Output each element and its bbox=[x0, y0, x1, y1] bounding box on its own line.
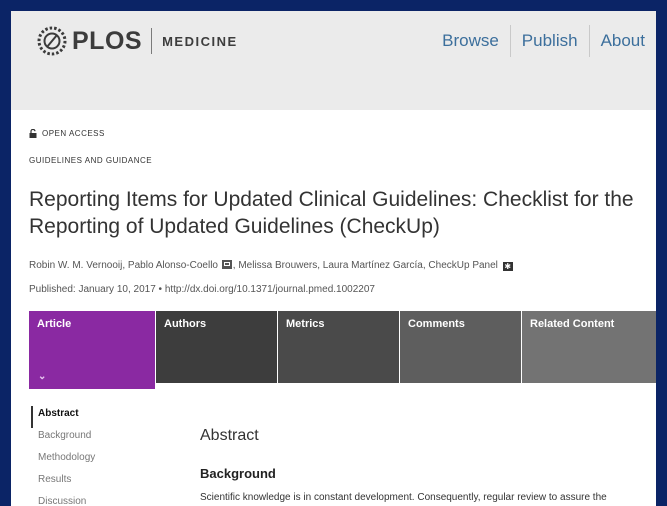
open-access-label: OPEN ACCESS bbox=[42, 129, 105, 138]
open-access-badge: OPEN ACCESS bbox=[29, 129, 105, 138]
main-nav: Browse Publish About bbox=[431, 25, 656, 57]
plos-logo-icon bbox=[37, 26, 67, 56]
browser-frame: PLOS MEDICINE Browse Publish About OPEN … bbox=[11, 11, 656, 506]
logo-plos-text: PLOS bbox=[72, 26, 143, 55]
toc-item-abstract[interactable]: Abstract bbox=[31, 406, 95, 428]
section-heading-abstract: Abstract bbox=[200, 427, 259, 444]
toc-item-background[interactable]: Background bbox=[31, 428, 95, 450]
toc-item-results[interactable]: Results bbox=[31, 472, 95, 494]
tab-metrics[interactable]: Metrics bbox=[278, 311, 399, 383]
abstract-paragraph: Scientific knowledge is in constant deve… bbox=[200, 492, 607, 503]
authors-text-1[interactable]: Robin W. M. Vernooij, Pablo Alonso-Coell… bbox=[29, 260, 218, 271]
logo-divider bbox=[151, 28, 153, 54]
article-category: GUIDELINES AND GUIDANCE bbox=[29, 156, 153, 165]
table-of-contents: Abstract Background Methodology Results … bbox=[31, 406, 95, 506]
plos-logo[interactable]: PLOS MEDICINE bbox=[35, 24, 238, 58]
tab-related-content[interactable]: Related Content bbox=[522, 311, 656, 383]
subsection-heading-background: Background bbox=[200, 466, 276, 481]
nav-about[interactable]: About bbox=[588, 25, 656, 57]
tab-article[interactable]: Article ⌄ bbox=[29, 311, 155, 389]
chevron-down-icon: ⌄ bbox=[38, 371, 47, 382]
authors-text-2[interactable]: , Melissa Brouwers, Laura Martínez Garcí… bbox=[233, 260, 498, 271]
toc-item-discussion[interactable]: Discussion bbox=[31, 494, 95, 506]
publication-info[interactable]: Published: January 10, 2017 • http://dx.… bbox=[29, 284, 375, 295]
email-icon[interactable] bbox=[221, 260, 232, 269]
tab-comments[interactable]: Comments bbox=[400, 311, 521, 383]
author-list: Robin W. M. Vernooij, Pablo Alonso-Coell… bbox=[29, 260, 513, 271]
tab-metrics-label: Metrics bbox=[286, 318, 325, 330]
tab-article-label: Article bbox=[37, 318, 72, 330]
nav-browse[interactable]: Browse bbox=[431, 25, 510, 57]
tab-authors[interactable]: Authors bbox=[156, 311, 277, 383]
tab-related-label: Related Content bbox=[530, 318, 615, 330]
article-title: Reporting Items for Updated Clinical Gui… bbox=[29, 188, 634, 238]
nav-publish[interactable]: Publish bbox=[509, 25, 589, 57]
open-lock-icon bbox=[29, 129, 37, 138]
tab-authors-label: Authors bbox=[164, 318, 207, 330]
toc-item-methodology[interactable]: Methodology bbox=[31, 450, 95, 472]
article-tabs: Article ⌄ Authors Metrics Comments Relat… bbox=[29, 311, 656, 389]
site-header: PLOS MEDICINE Browse Publish About bbox=[11, 11, 656, 110]
journal-name: MEDICINE bbox=[162, 33, 238, 49]
group-author-icon[interactable]: ✱ bbox=[502, 262, 513, 271]
tab-comments-label: Comments bbox=[408, 318, 465, 330]
